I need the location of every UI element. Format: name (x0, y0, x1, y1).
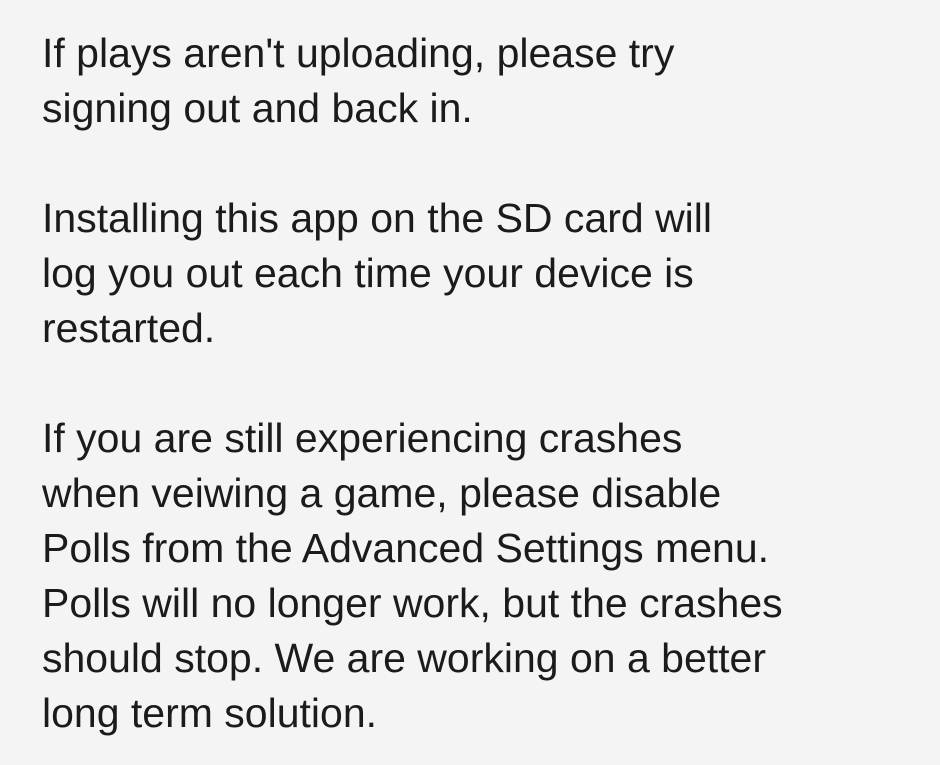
notice-paragraph-sd-card: Installing this app on the SD card will … (42, 195, 713, 351)
notice-paragraph-crashes: If you are still experiencing crashes wh… (42, 415, 783, 736)
notice-paragraph-upload: If plays aren't uploading, please try si… (42, 30, 675, 131)
notice-content: If plays aren't uploading, please try si… (0, 0, 940, 765)
